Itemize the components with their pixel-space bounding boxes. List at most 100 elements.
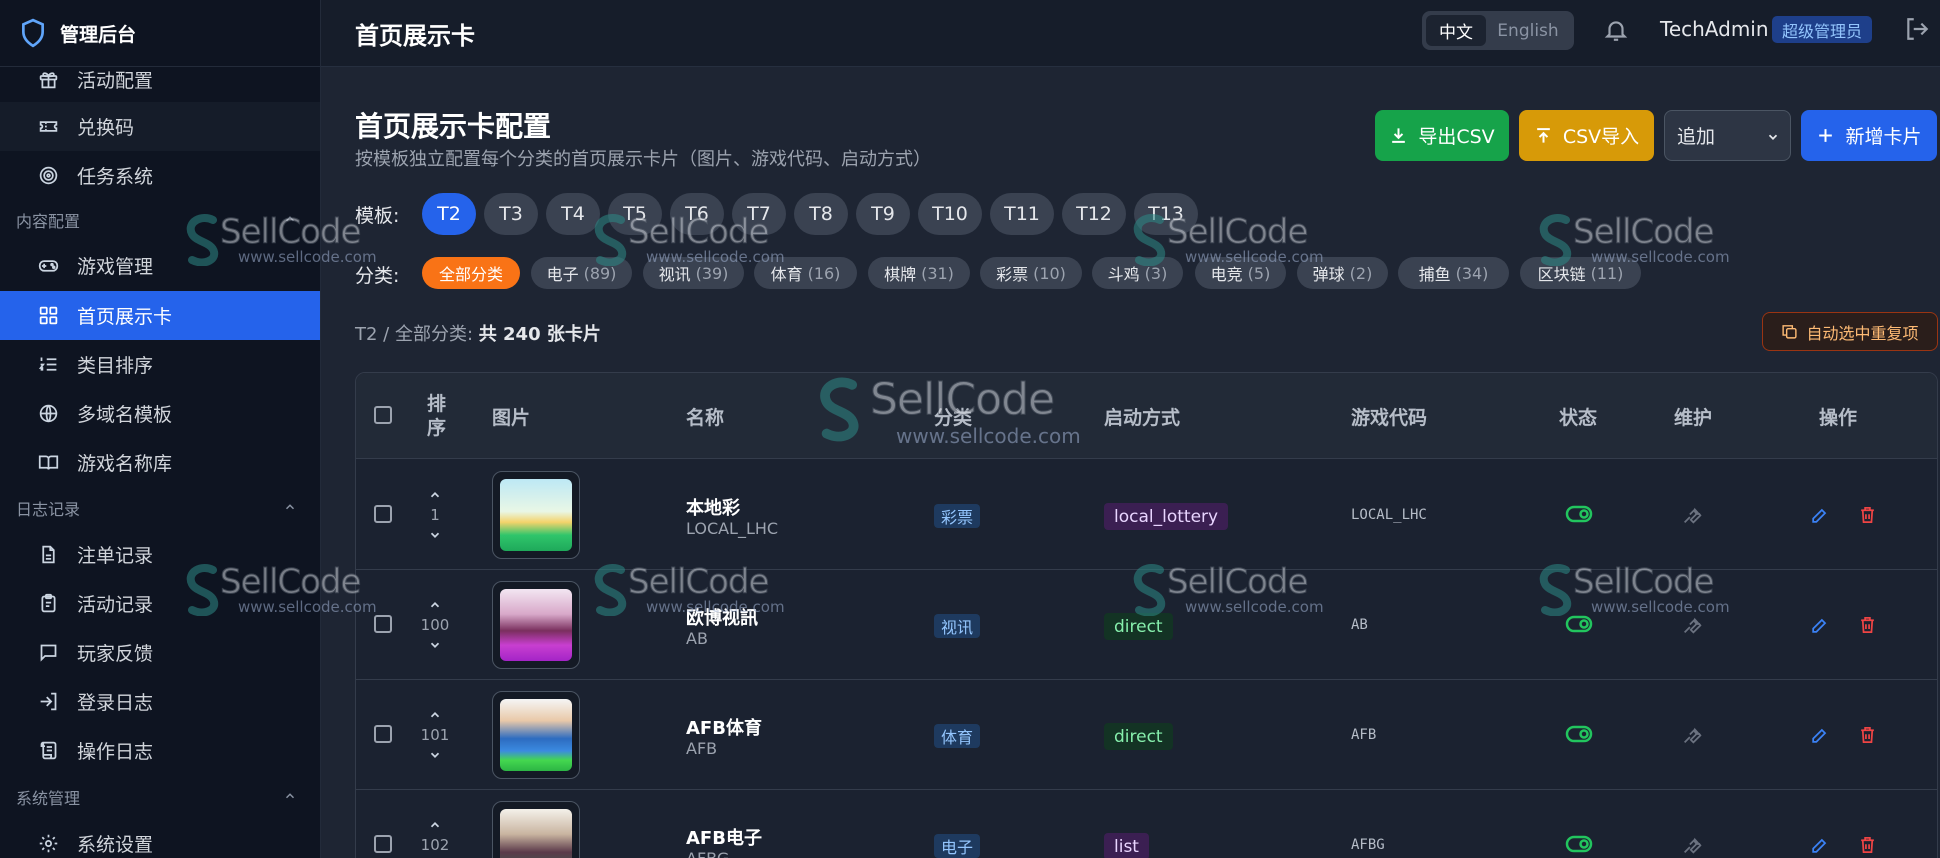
edit-icon[interactable] <box>1810 616 1829 635</box>
edit-icon[interactable] <box>1810 506 1829 525</box>
wrench-icon[interactable] <box>1682 724 1703 745</box>
template-pill[interactable]: T4 <box>546 193 600 235</box>
import-csv-button[interactable]: CSV导入 <box>1519 110 1654 161</box>
toggle-on-icon[interactable] <box>1565 614 1593 634</box>
wrench-icon[interactable] <box>1682 834 1703 855</box>
category-name: 电竞 <box>1210 265 1243 284</box>
wrench-icon[interactable] <box>1682 614 1703 635</box>
table-header: 排序 图片 名称 分类 启动方式 游戏代码 状态 维护 操作 <box>356 373 1937 459</box>
col-maintenance: 维护 <box>1674 406 1713 429</box>
trash-icon[interactable] <box>1858 725 1877 745</box>
edit-icon[interactable] <box>1810 836 1829 855</box>
category-pill[interactable]: 视讯 (39) <box>643 257 744 289</box>
scroll-icon <box>40 741 57 760</box>
template-pill[interactable]: T3 <box>484 193 538 235</box>
chevron-down-icon[interactable] <box>428 638 442 652</box>
category-pill[interactable]: 区块链 (11) <box>1520 257 1641 289</box>
sidebar-item-login-log[interactable]: 登录日志 <box>0 677 320 726</box>
template-pill[interactable]: T2 <box>422 193 476 235</box>
sort-value: 102 <box>420 836 450 854</box>
chevron-up-icon[interactable] <box>428 488 442 502</box>
row-checkbox[interactable] <box>374 615 392 633</box>
row-checkbox[interactable] <box>374 505 392 523</box>
template-pill[interactable]: T8 <box>794 193 848 235</box>
chevron-up-icon[interactable] <box>428 818 442 832</box>
edit-icon[interactable] <box>1810 726 1829 745</box>
file-text-icon <box>42 545 55 564</box>
sidebar-item-bet-records[interactable]: 注单记录 <box>0 530 320 579</box>
username: TechAdmin <box>1660 17 1769 41</box>
template-pill[interactable]: T10 <box>918 193 982 235</box>
book-icon <box>38 455 59 470</box>
brand[interactable]: 管理后台 <box>0 0 320 67</box>
table-row: 102 AFB电子 AFBG 电子 list AFBG <box>356 790 1937 858</box>
template-pill[interactable]: T13 <box>1134 193 1198 235</box>
section-content-config[interactable]: 内容配置 <box>0 202 320 238</box>
template-pill[interactable]: T6 <box>670 193 724 235</box>
section-subtitle: 按模板独立配置每个分类的首页展示卡片（图片、游戏代码、启动方式） <box>355 149 931 170</box>
sidebar-item-activity-records[interactable]: 活动记录 <box>0 579 320 628</box>
sidebar-item-operation-log[interactable]: 操作日志 <box>0 726 320 775</box>
import-mode-select[interactable]: 追加 <box>1664 110 1791 161</box>
trash-icon[interactable] <box>1858 835 1877 855</box>
clipboard-icon <box>41 593 56 613</box>
category-pill[interactable]: 体育 (16) <box>754 257 857 289</box>
template-pill[interactable]: T5 <box>608 193 662 235</box>
select-all-checkbox[interactable] <box>374 406 392 424</box>
chevron-up-icon[interactable] <box>428 598 442 612</box>
row-checkbox[interactable] <box>374 725 392 743</box>
toggle-on-icon[interactable] <box>1565 834 1593 854</box>
wrench-icon[interactable] <box>1682 504 1703 525</box>
chevron-up-icon[interactable] <box>428 708 442 722</box>
gamepad-icon <box>38 260 59 272</box>
template-pill[interactable]: T11 <box>990 193 1054 235</box>
cards-table: 排序 图片 名称 分类 启动方式 游戏代码 状态 维护 操作 1 本地彩 LOC… <box>355 372 1938 858</box>
chevron-up-icon <box>285 216 295 222</box>
category-pill[interactable]: 捕鱼 (34) <box>1398 257 1509 289</box>
export-csv-button[interactable]: 导出CSV <box>1375 110 1509 161</box>
language-switcher: 中文 English <box>1422 11 1574 50</box>
sidebar-item-game-management[interactable]: 游戏管理 <box>0 241 320 290</box>
chevron-down-icon[interactable] <box>428 528 442 542</box>
table-row: 101 AFB体育 AFB 体育 direct AFB <box>356 680 1937 790</box>
template-pill[interactable]: T12 <box>1062 193 1126 235</box>
category-pill[interactable]: 斗鸡 (3) <box>1092 257 1183 289</box>
toggle-on-icon[interactable] <box>1565 724 1593 744</box>
col-sort[interactable]: 排序 <box>427 373 449 459</box>
bell-icon[interactable] <box>1603 16 1629 44</box>
lang-zh-button[interactable]: 中文 <box>1426 15 1486 46</box>
chevron-down-icon[interactable] <box>428 748 442 762</box>
category-pill[interactable]: 彩票 (10) <box>980 257 1082 289</box>
game-code: AB <box>1351 617 1368 633</box>
card-thumbnail <box>492 471 580 559</box>
row-checkbox[interactable] <box>374 835 392 853</box>
section-system[interactable]: 系统管理 <box>0 779 320 815</box>
sidebar-item-label: 活动配置 <box>77 70 154 92</box>
category-pill[interactable]: 棋牌 (31) <box>868 257 970 289</box>
add-card-button[interactable]: 新增卡片 <box>1801 110 1937 161</box>
category-pill[interactable]: 全部分类 <box>422 257 520 289</box>
sidebar-item-redeem-code[interactable]: 兑换码 <box>0 102 320 151</box>
table-row: 100 欧博视訊 AB 视讯 direct AB <box>356 570 1937 680</box>
template-pill[interactable]: T7 <box>732 193 786 235</box>
auto-select-duplicates-button[interactable]: 自动选中重复项 <box>1762 312 1938 351</box>
game-code: LOCAL_LHC <box>1351 507 1427 523</box>
trash-icon[interactable] <box>1858 615 1877 635</box>
template-pill[interactable]: T9 <box>856 193 910 235</box>
section-logs[interactable]: 日志记录 <box>0 490 320 526</box>
sidebar-item-player-feedback[interactable]: 玩家反馈 <box>0 628 320 677</box>
sidebar-item-category-sort[interactable]: 类目排序 <box>0 340 320 389</box>
category-pill[interactable]: 电竞 (5) <box>1195 257 1286 289</box>
gear-icon <box>39 834 58 853</box>
sidebar-item-task-system[interactable]: 任务系统 <box>0 151 320 200</box>
category-pill[interactable]: 电子 (89) <box>531 257 632 289</box>
sidebar-item-homepage-cards[interactable]: 首页展示卡 <box>0 291 320 340</box>
trash-icon[interactable] <box>1858 505 1877 525</box>
sidebar-item-game-name-library[interactable]: 游戏名称库 <box>0 438 320 487</box>
sidebar-item-multi-domain-template[interactable]: 多域名模板 <box>0 389 320 438</box>
sidebar-item-system-settings[interactable]: 系统设置 <box>0 819 320 858</box>
category-pill[interactable]: 弹球 (2) <box>1297 257 1388 289</box>
logout-icon[interactable] <box>1904 16 1930 42</box>
lang-en-button[interactable]: English <box>1486 15 1570 46</box>
toggle-on-icon[interactable] <box>1565 504 1593 524</box>
